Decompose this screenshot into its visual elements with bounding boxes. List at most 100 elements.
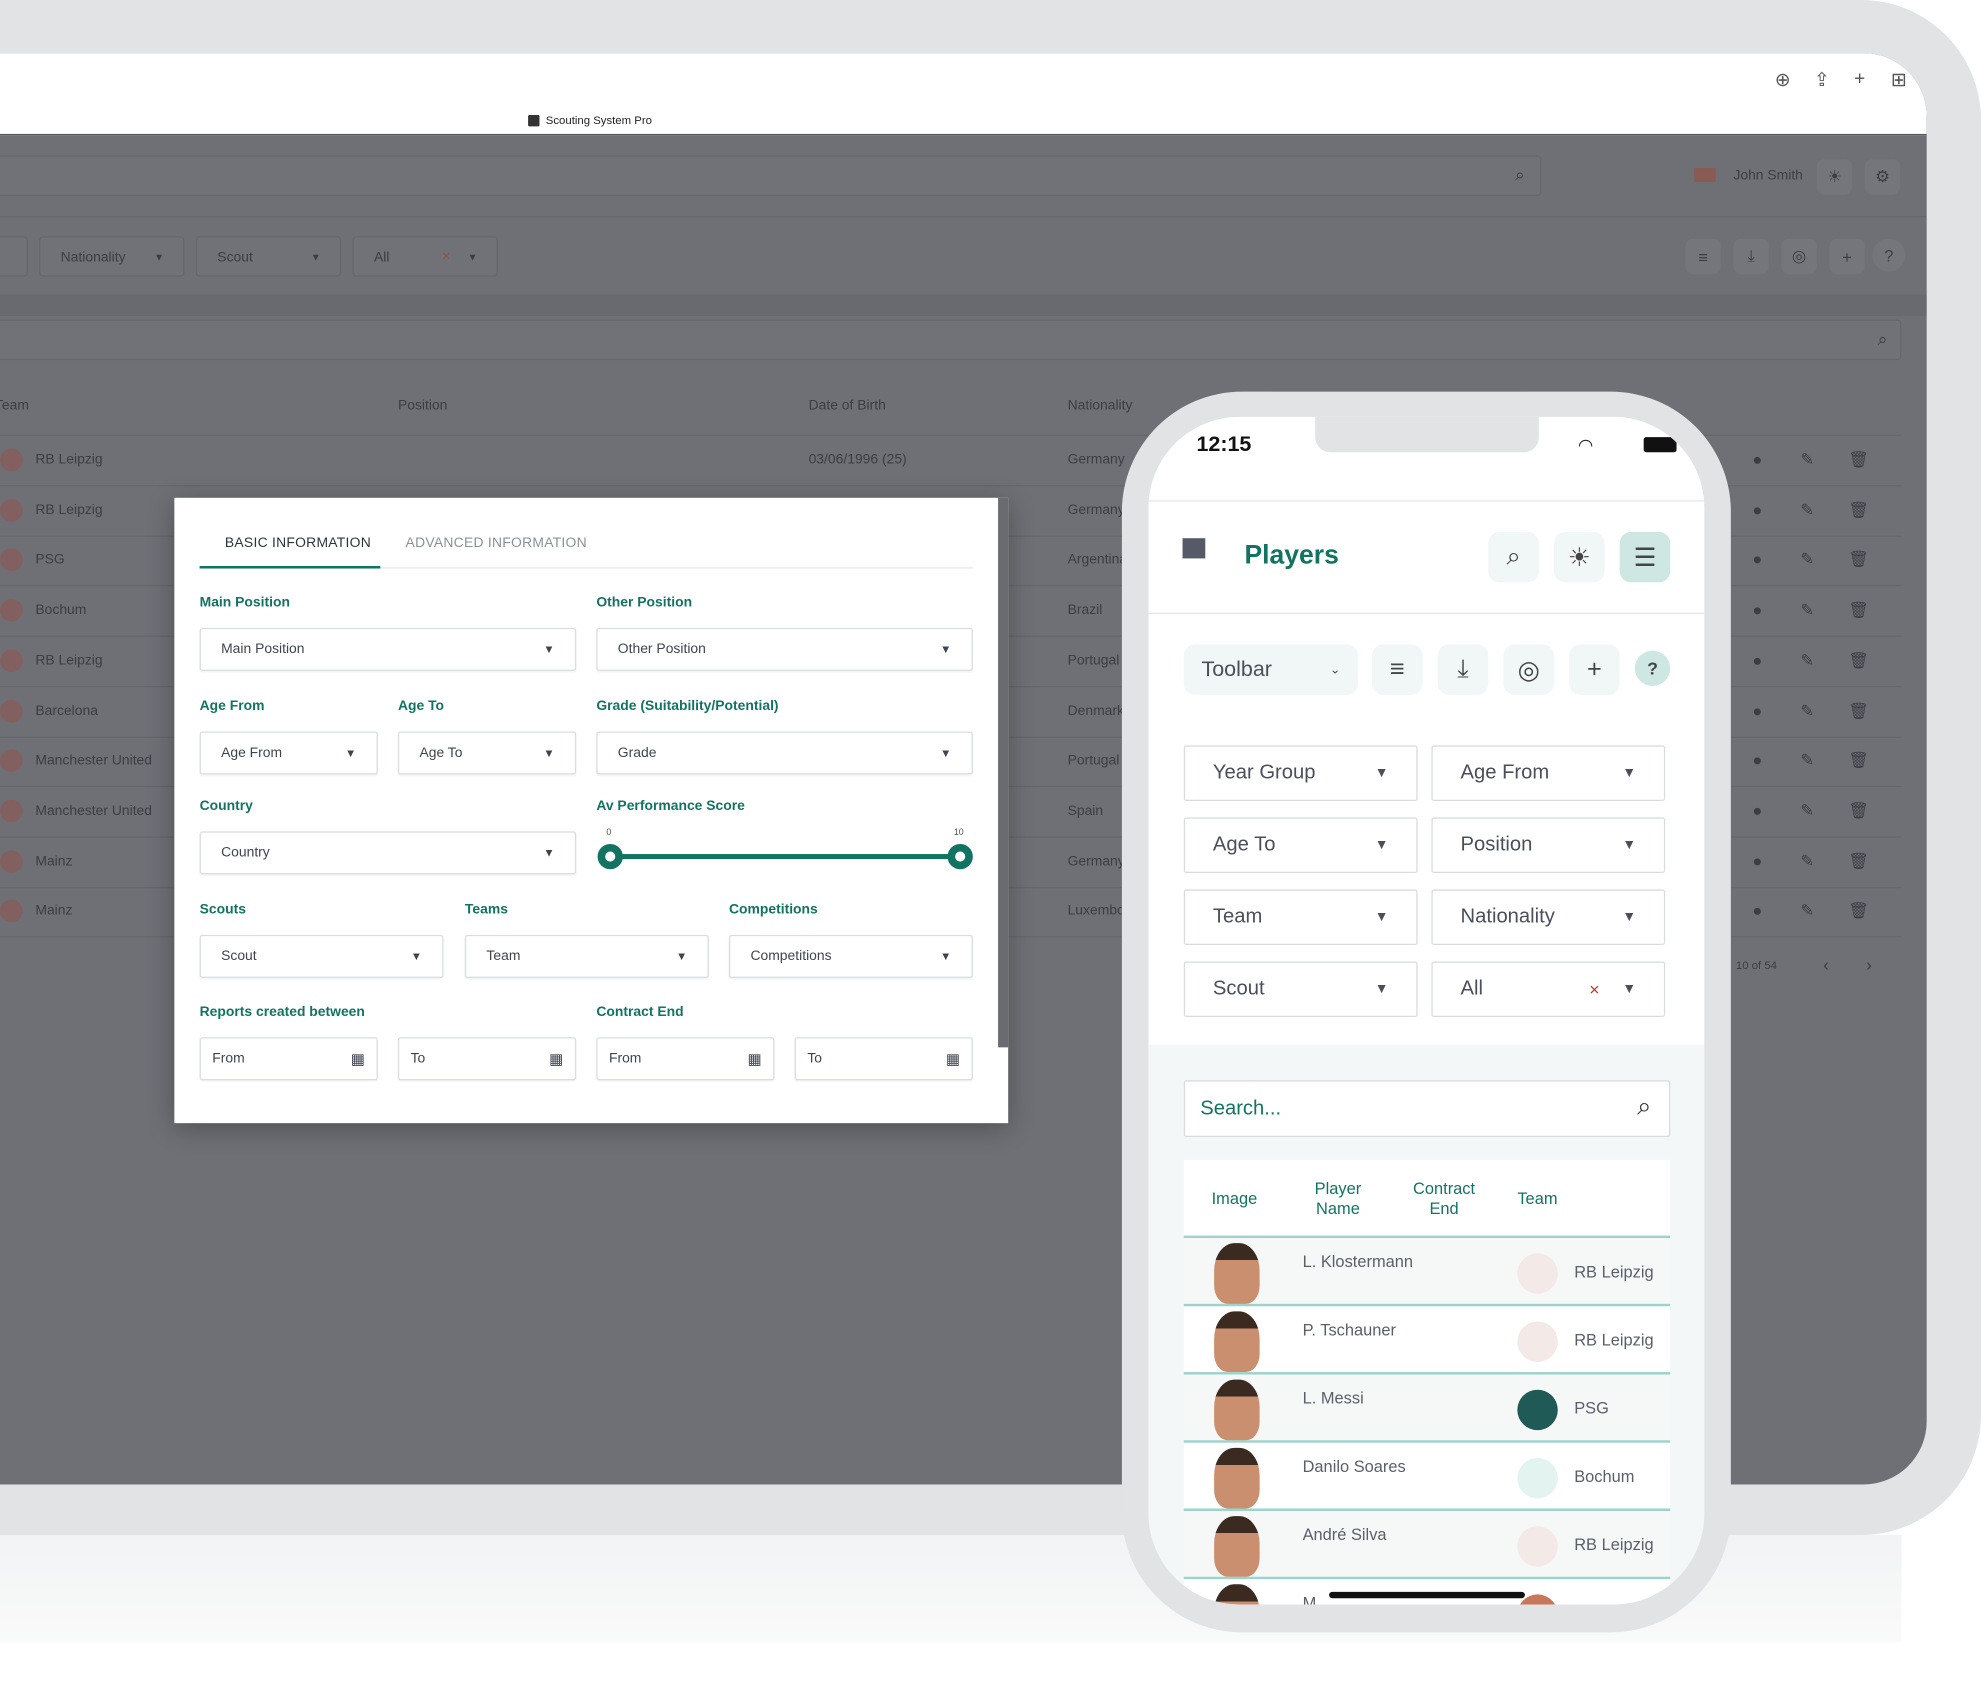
- age-to-select[interactable]: Age To ▼: [397, 731, 577, 775]
- phone-filter-all[interactable]: All × ▼: [1431, 961, 1666, 1018]
- delete-icon[interactable]: 🗑: [1848, 650, 1869, 670]
- edit-icon[interactable]: ✎: [1800, 500, 1814, 520]
- list-item[interactable]: Danilo Soares Bochum: [1183, 1442, 1671, 1512]
- help-icon[interactable]: ?: [1634, 650, 1671, 687]
- edit-icon[interactable]: ✎: [1800, 650, 1814, 670]
- list-item[interactable]: L. Klostermann RB Leipzig: [1183, 1238, 1671, 1307]
- user-name[interactable]: John Smith: [1733, 168, 1803, 183]
- report-icon[interactable]: ●: [1752, 851, 1762, 870]
- edit-icon[interactable]: ✎: [1800, 901, 1814, 921]
- column-player-name[interactable]: Player Name: [1305, 1179, 1371, 1219]
- tab-advanced-information[interactable]: ADVANCED INFORMATION: [406, 536, 587, 551]
- column-position[interactable]: Position: [398, 398, 447, 413]
- delete-icon[interactable]: 🗑: [1848, 600, 1869, 620]
- grade-select[interactable]: Grade ▼: [596, 731, 973, 775]
- delete-icon[interactable]: 🗑: [1848, 450, 1869, 470]
- filter-dropdown-cut[interactable]: [0, 236, 28, 277]
- global-search-input[interactable]: ⌕: [0, 155, 1542, 196]
- report-icon[interactable]: ●: [1752, 450, 1762, 469]
- list-item[interactable]: André Silva RB Leipzig: [1183, 1511, 1671, 1580]
- reports-from-input[interactable]: From ▦: [199, 1037, 378, 1081]
- delete-icon[interactable]: 🗑: [1848, 550, 1869, 570]
- calendar-icon[interactable]: ▦: [549, 1050, 563, 1068]
- edit-icon[interactable]: ✎: [1800, 801, 1814, 821]
- delete-icon[interactable]: 🗑: [1848, 701, 1869, 721]
- phone-filter-scout[interactable]: Scout ▼: [1183, 961, 1418, 1018]
- column-dob[interactable]: Date of Birth: [809, 398, 886, 413]
- delete-icon[interactable]: 🗑: [1848, 500, 1869, 520]
- edit-icon[interactable]: ✎: [1800, 751, 1814, 771]
- report-icon[interactable]: ●: [1752, 801, 1762, 820]
- search-icon[interactable]: ⌕: [1488, 531, 1539, 583]
- phone-filter-year-group[interactable]: Year Group ▼: [1183, 745, 1418, 801]
- delete-icon[interactable]: 🗑: [1848, 751, 1869, 771]
- performance-slider-track[interactable]: [610, 854, 961, 860]
- list-item[interactable]: P. Tschauner RB Leipzig: [1183, 1306, 1671, 1375]
- refresh-globe-icon[interactable]: ◎: [1781, 238, 1817, 275]
- delete-icon[interactable]: 🗑: [1848, 801, 1869, 821]
- country-select[interactable]: Country ▼: [199, 831, 577, 875]
- report-icon[interactable]: ●: [1752, 901, 1762, 920]
- tab-basic-information[interactable]: BASIC INFORMATION: [225, 536, 371, 551]
- filter-icon[interactable]: ≡: [1685, 238, 1721, 275]
- calendar-icon[interactable]: ▦: [946, 1050, 960, 1068]
- settings-gear-icon[interactable]: ⚙: [1864, 159, 1901, 195]
- download-icon[interactable]: ⤓: [1437, 644, 1489, 695]
- other-position-select[interactable]: Other Position ▼: [596, 627, 973, 671]
- table-search-input[interactable]: ⌕: [0, 319, 1902, 361]
- column-image[interactable]: Image: [1212, 1189, 1258, 1209]
- phone-filter-age-from[interactable]: Age From ▼: [1431, 745, 1666, 801]
- report-icon[interactable]: ●: [1752, 751, 1762, 770]
- edit-icon[interactable]: ✎: [1800, 701, 1814, 721]
- plus-icon[interactable]: +: [1848, 68, 1871, 89]
- phone-filter-nationality[interactable]: Nationality ▼: [1431, 889, 1666, 946]
- add-icon[interactable]: +: [1829, 238, 1865, 275]
- share-icon[interactable]: ⇪: [1810, 68, 1833, 90]
- report-icon[interactable]: ●: [1752, 600, 1762, 619]
- menu-icon[interactable]: ☰: [1619, 531, 1671, 583]
- phone-filter-team[interactable]: Team ▼: [1183, 889, 1418, 946]
- scout-filter[interactable]: Scout ▼: [195, 236, 342, 277]
- phone-filter-age-to[interactable]: Age To ▼: [1183, 817, 1418, 874]
- report-icon[interactable]: ●: [1752, 550, 1762, 569]
- delete-icon[interactable]: 🗑: [1848, 851, 1869, 871]
- clear-icon[interactable]: ×: [1589, 979, 1599, 999]
- phone-filter-position[interactable]: Position ▼: [1431, 817, 1666, 874]
- column-team[interactable]: Team: [1517, 1189, 1557, 1209]
- age-from-select[interactable]: Age From ▼: [199, 731, 378, 775]
- phone-search-input[interactable]: Search... ⌕: [1183, 1080, 1671, 1138]
- edit-icon[interactable]: ✎: [1800, 600, 1814, 620]
- report-icon[interactable]: ●: [1752, 701, 1762, 720]
- grid-icon[interactable]: ⊞: [1888, 68, 1911, 90]
- scout-select[interactable]: Scout ▼: [199, 934, 444, 978]
- edit-icon[interactable]: ✎: [1800, 450, 1814, 470]
- column-nationality[interactable]: Nationality: [1068, 398, 1133, 413]
- help-icon[interactable]: ?: [1872, 238, 1906, 272]
- toolbar-dropdown[interactable]: Toolbar ⌄: [1183, 644, 1359, 695]
- app-logo-icon[interactable]: [1182, 538, 1206, 559]
- column-team[interactable]: Team: [0, 398, 29, 413]
- theme-toggle-icon[interactable]: ☀: [1553, 531, 1605, 583]
- edit-icon[interactable]: ✎: [1800, 550, 1814, 570]
- calendar-icon[interactable]: ▦: [747, 1050, 761, 1068]
- team-select[interactable]: Team ▼: [464, 934, 709, 978]
- clear-icon[interactable]: ×: [442, 249, 450, 264]
- theme-toggle-icon[interactable]: ☀: [1816, 159, 1853, 195]
- next-page-icon[interactable]: ›: [1866, 954, 1872, 974]
- main-position-select[interactable]: Main Position ▼: [199, 627, 577, 671]
- modal-scrollbar[interactable]: [998, 497, 1009, 1048]
- reports-to-input[interactable]: To ▦: [397, 1037, 577, 1081]
- column-contract-end[interactable]: Contract End: [1406, 1179, 1482, 1219]
- edit-icon[interactable]: ✎: [1800, 851, 1814, 871]
- contract-from-input[interactable]: From ▦: [596, 1037, 775, 1081]
- prev-page-icon[interactable]: ‹: [1823, 954, 1829, 974]
- filter-icon[interactable]: ≡: [1372, 644, 1423, 695]
- slider-min-handle[interactable]: [597, 843, 623, 870]
- competitions-select[interactable]: Competitions ▼: [728, 934, 973, 978]
- delete-icon[interactable]: 🗑: [1848, 901, 1869, 921]
- search-icon[interactable]: ⌕: [1637, 1093, 1651, 1122]
- refresh-globe-icon[interactable]: ◎: [1503, 644, 1554, 695]
- calendar-icon[interactable]: ▦: [351, 1050, 365, 1068]
- all-filter[interactable]: All × ▼: [352, 236, 498, 277]
- report-icon[interactable]: ●: [1752, 500, 1762, 519]
